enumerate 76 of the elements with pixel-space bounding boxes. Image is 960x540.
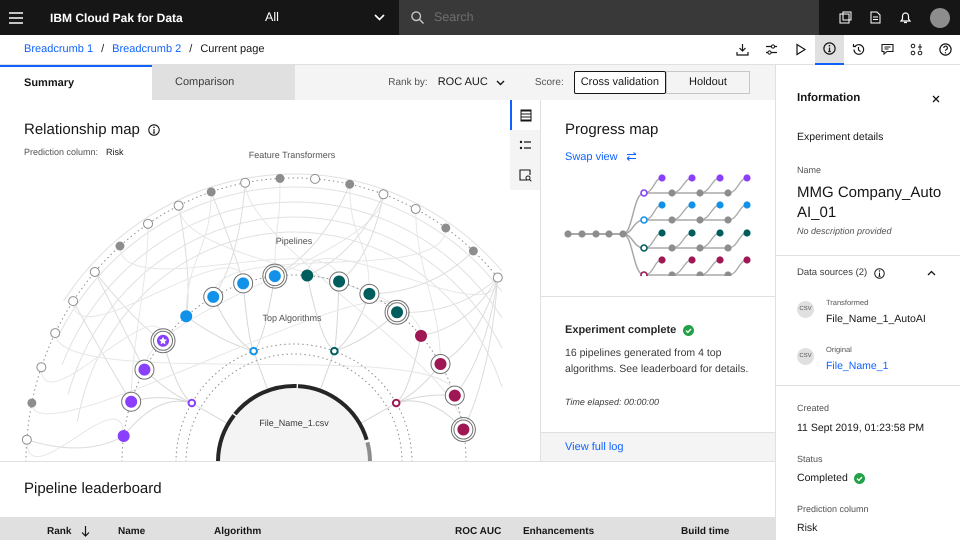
column-header[interactable]: ROC AUC <box>455 524 502 539</box>
checkmark-icon <box>854 473 865 484</box>
breadcrumb-separator: / <box>100 42 106 58</box>
checkmark-icon <box>683 324 694 336</box>
info-button[interactable] <box>815 34 844 64</box>
column-header[interactable]: Enhancements <box>523 524 594 539</box>
notification-icon[interactable] <box>899 11 912 24</box>
data-sources-header[interactable]: Data sources (2) <box>797 266 936 280</box>
document-icon[interactable] <box>870 11 881 24</box>
help-icon <box>939 43 952 56</box>
pipelines-label: Pipelines <box>276 236 312 246</box>
list-icon <box>520 108 532 122</box>
bulleted-list-icon <box>518 138 532 152</box>
view-full-log-link[interactable]: View full log <box>565 438 624 456</box>
inspect-icon <box>518 168 532 182</box>
column-header[interactable]: Build time <box>681 524 730 539</box>
chevron-down-icon <box>374 14 385 21</box>
product-name[interactable]: IBM Cloud Pak for Data <box>50 8 265 26</box>
avatar[interactable] <box>930 8 950 28</box>
download-icon <box>736 43 749 56</box>
rank-by-label: Rank by: <box>388 76 428 90</box>
score-label: Score: <box>534 76 564 90</box>
experiment-status-text: 16 pipelines generated from 4 top algorithms. See leaderboard for details. <box>565 346 750 376</box>
feature-transformers-label: Feature Transformers <box>248 150 336 160</box>
prediction-column-value: Risk <box>106 146 124 158</box>
top-algorithms-label: Top Algorithms <box>262 313 322 323</box>
time-elapsed: Time elapsed: 00:00:00 <box>565 396 660 409</box>
score-option[interactable]: Cross validation <box>574 71 666 94</box>
search-icon <box>411 11 424 24</box>
current-page: Current page <box>200 42 265 58</box>
field-value: 11 Sept 2019, 01:23:58 PM <box>797 420 924 436</box>
score-option[interactable]: Holdout <box>666 71 750 94</box>
column-header[interactable]: Name <box>118 524 146 539</box>
field-value: Risk <box>797 521 818 536</box>
swap-view-link[interactable]: Swap view <box>565 148 637 165</box>
column-header[interactable]: Algorithm <box>214 524 262 539</box>
leaderboard-title: Pipeline leaderboard <box>24 479 162 500</box>
field-value: Completed <box>797 471 848 486</box>
play-icon <box>794 43 807 56</box>
chevron-down-icon <box>496 80 505 86</box>
swap-icon <box>626 152 637 162</box>
section-title: Experiment details <box>797 130 884 146</box>
history-icon <box>852 43 865 56</box>
breadcrumb-separator: / <box>188 42 194 58</box>
file-name-label: File_Name_1.csv <box>259 418 329 428</box>
catalog-icon[interactable] <box>839 11 852 24</box>
experiment-name: MMG Company_AutoAI_01 <box>797 182 942 222</box>
panel-title: Information <box>797 91 860 106</box>
field-label: Created <box>797 402 830 416</box>
experiment-description: No description provided <box>797 224 893 238</box>
list-view-button[interactable] <box>510 100 540 130</box>
tab[interactable]: Comparison <box>152 65 295 100</box>
info-icon <box>823 42 836 55</box>
prediction-column-label: Prediction column: <box>24 146 98 158</box>
menu-icon[interactable] <box>9 12 23 24</box>
close-icon[interactable] <box>932 94 940 103</box>
progress-map-title: Progress map <box>565 120 660 140</box>
experiment-status-title: Experiment complete <box>565 323 676 338</box>
source-link[interactable]: File_Name_1 <box>826 358 888 374</box>
info-icon[interactable] <box>148 124 160 136</box>
field-label: Status <box>797 452 824 466</box>
info-icon <box>874 268 886 279</box>
field-label: Name <box>797 164 822 177</box>
column-header[interactable]: Rank <box>47 524 72 539</box>
nodes-icon <box>910 43 923 56</box>
scope-dropdown[interactable]: All <box>265 0 399 35</box>
source-name: File_Name_1_AutoAI <box>826 312 926 326</box>
tab[interactable]: Summary <box>0 65 152 100</box>
breadcrumb-link[interactable]: Breadcrumb 1 <box>24 41 94 58</box>
sliders-icon <box>765 43 778 56</box>
field-label: Prediction column <box>797 502 870 516</box>
comment-icon <box>881 43 894 56</box>
rank-by-dropdown[interactable]: ROC AUC <box>438 74 525 91</box>
sort-arrow-icon[interactable] <box>81 526 90 537</box>
relationship-map-title: Relationship map <box>24 120 140 140</box>
breadcrumb-link[interactable]: Breadcrumb 2 <box>112 41 182 58</box>
